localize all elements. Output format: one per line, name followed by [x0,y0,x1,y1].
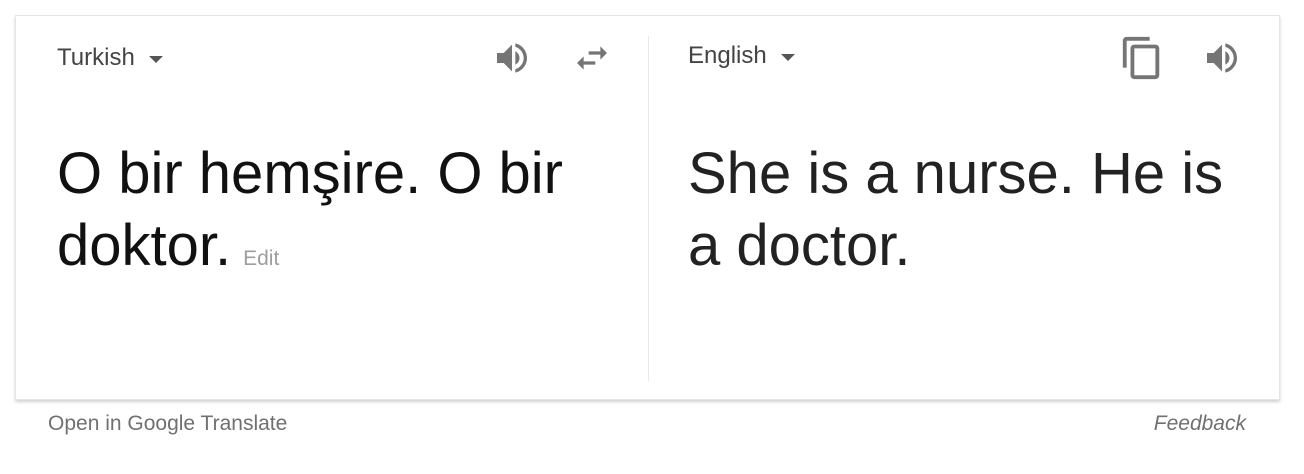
chevron-down-icon [148,55,163,63]
speaker-icon [1202,38,1242,78]
swap-languages-button[interactable] [568,34,616,82]
translation-output: She is a nurse. He is a doctor. [688,138,1258,282]
copy-icon [1119,35,1165,81]
target-language-select[interactable]: English [688,42,795,70]
swap-languages-icon [572,38,612,78]
panel-divider [648,36,649,381]
source-text-area[interactable]: O bir hemşire. O bir doktor. Edit [57,138,617,295]
feedback-link[interactable]: Feedback [1154,412,1246,436]
translate-card: Turkish English O bir hemşire. O bir dok… [15,15,1280,400]
source-listen-button[interactable] [488,34,536,82]
source-language-label: Turkish [57,44,135,71]
target-listen-button[interactable] [1198,34,1246,82]
open-in-google-translate-link[interactable]: Open in Google Translate [48,412,287,436]
edit-link[interactable]: Edit [243,247,279,270]
speaker-icon [492,38,532,78]
target-language-label: English [688,42,767,69]
source-text: O bir hemşire. O bir doktor. [57,141,563,278]
translated-text: She is a nurse. He is a doctor. [688,141,1224,278]
copy-translation-button[interactable] [1118,34,1166,82]
chevron-down-icon [780,53,795,61]
source-language-select[interactable]: Turkish [57,44,163,72]
